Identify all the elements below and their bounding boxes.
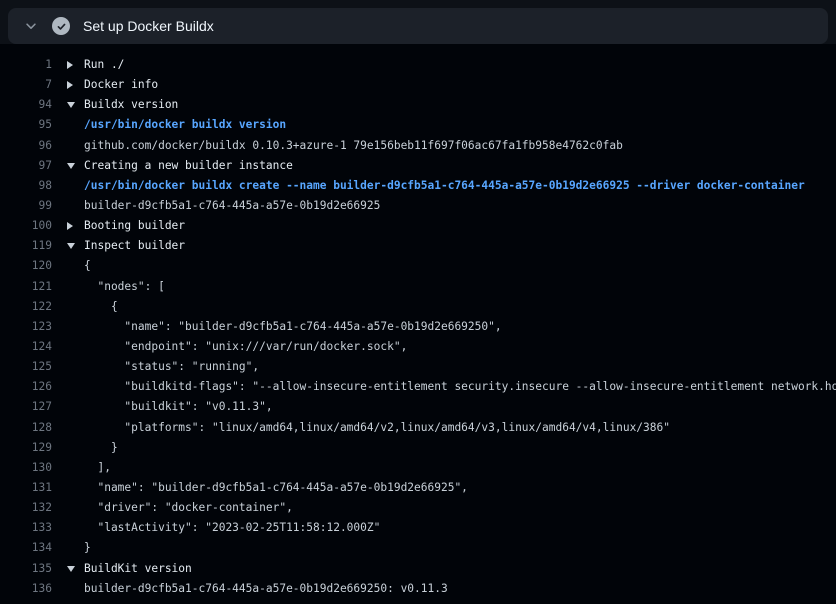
line-number[interactable]: 98 <box>0 176 52 196</box>
log-line: 136 builder-d9cfb5a1-c764-445a-a57e-0b19d… <box>0 579 836 599</box>
log-line: 127 "buildkit": "v0.11.3", <box>0 397 836 417</box>
step-title: Set up Docker Buildx <box>83 18 214 34</box>
group-title: Inspect builder <box>84 236 185 256</box>
output-text: "endpoint": "unix:///var/run/docker.sock… <box>84 337 407 357</box>
step-header[interactable]: Set up Docker Buildx <box>8 8 828 44</box>
log-line: 95/usr/bin/docker buildx version <box>0 115 836 135</box>
output-text: "status": "running", <box>84 357 259 377</box>
log-group-row[interactable]: 100 Booting builder <box>0 216 836 236</box>
log-line: 96 github.com/docker/buildx 0.10.3+azure-… <box>0 136 836 156</box>
line-number[interactable]: 134 <box>0 538 52 558</box>
line-number[interactable]: 121 <box>0 277 52 297</box>
log-line: 125 "status": "running", <box>0 357 836 377</box>
log-line: 99 builder-d9cfb5a1-c764-445a-a57e-0b19d2… <box>0 196 836 216</box>
line-number[interactable]: 95 <box>0 115 52 135</box>
line-number[interactable]: 130 <box>0 458 52 478</box>
log-line: 121 "nodes": [ <box>0 277 836 297</box>
triangle-right-icon[interactable] <box>52 61 84 69</box>
log-group-row[interactable]: 135 BuildKit version <box>0 559 836 579</box>
output-text: "name": "builder-d9cfb5a1-c764-445a-a57e… <box>84 478 468 498</box>
line-number[interactable]: 133 <box>0 518 52 538</box>
output-text: "lastActivity": "2023-02-25T11:58:12.000… <box>84 518 380 538</box>
log-line: 128 "platforms": "linux/amd64,linux/amd6… <box>0 418 836 438</box>
output-text: builder-d9cfb5a1-c764-445a-a57e-0b19d2e6… <box>84 196 380 216</box>
line-number[interactable]: 129 <box>0 438 52 458</box>
line-number[interactable]: 99 <box>0 196 52 216</box>
log-group-row[interactable]: 1 Run ./ <box>0 55 836 75</box>
log-line: 129 } <box>0 438 836 458</box>
command-text: /usr/bin/docker buildx version <box>84 115 286 135</box>
step-header-section: Set up Docker Buildx <box>0 0 836 44</box>
output-text: github.com/docker/buildx 0.10.3+azure-1 … <box>84 136 623 156</box>
output-text: "platforms": "linux/amd64,linux/amd64/v2… <box>84 418 670 438</box>
chevron-down-icon[interactable] <box>20 15 42 37</box>
log-line: 124 "endpoint": "unix:///var/run/docker.… <box>0 337 836 357</box>
line-number[interactable]: 96 <box>0 136 52 156</box>
line-number[interactable]: 132 <box>0 498 52 518</box>
output-text: { <box>84 297 118 317</box>
log-line: 130 ], <box>0 458 836 478</box>
output-text: } <box>84 538 91 558</box>
triangle-down-icon[interactable] <box>52 163 84 169</box>
line-number[interactable]: 126 <box>0 377 52 397</box>
log-line: 98/usr/bin/docker buildx create --name b… <box>0 176 836 196</box>
log-line: 120 { <box>0 256 836 276</box>
line-number[interactable]: 124 <box>0 337 52 357</box>
line-number[interactable]: 119 <box>0 236 52 256</box>
line-number[interactable]: 94 <box>0 95 52 115</box>
line-number[interactable]: 128 <box>0 418 52 438</box>
command-text: /usr/bin/docker buildx create --name bui… <box>84 176 805 196</box>
line-number[interactable]: 135 <box>0 559 52 579</box>
output-text: { <box>84 256 91 276</box>
output-text: builder-d9cfb5a1-c764-445a-a57e-0b19d2e6… <box>84 579 448 599</box>
log-area: 1Run ./7Docker info94Buildx version95/us… <box>0 44 836 599</box>
output-text: "buildkitd-flags": "--allow-insecure-ent… <box>84 377 836 397</box>
output-text: "nodes": [ <box>84 277 165 297</box>
group-title: Buildx version <box>84 95 178 115</box>
line-number[interactable]: 123 <box>0 317 52 337</box>
output-text: "driver": "docker-container", <box>84 498 293 518</box>
line-number[interactable]: 127 <box>0 397 52 417</box>
line-number[interactable]: 122 <box>0 297 52 317</box>
line-number[interactable]: 1 <box>0 55 52 75</box>
log-group-row[interactable]: 7 Docker info <box>0 75 836 95</box>
group-title: Booting builder <box>84 216 185 236</box>
output-text: ], <box>84 458 111 478</box>
line-number[interactable]: 120 <box>0 256 52 276</box>
log-group-row[interactable]: 97 Creating a new builder instance <box>0 156 836 176</box>
group-title: BuildKit version <box>84 559 192 579</box>
log-line: 134} <box>0 538 836 558</box>
group-title: Docker info <box>84 75 158 95</box>
log-line: 122 { <box>0 297 836 317</box>
line-number[interactable]: 131 <box>0 478 52 498</box>
log-group-row[interactable]: 94 Buildx version <box>0 95 836 115</box>
triangle-right-icon[interactable] <box>52 222 84 230</box>
triangle-right-icon[interactable] <box>52 81 84 89</box>
triangle-down-icon[interactable] <box>52 566 84 572</box>
log-line: 131 "name": "builder-d9cfb5a1-c764-445a-… <box>0 478 836 498</box>
log-line: 126 "buildkitd-flags": "--allow-insecure… <box>0 377 836 397</box>
log-line: 132 "driver": "docker-container", <box>0 498 836 518</box>
check-circle-icon <box>52 17 70 35</box>
line-number[interactable]: 7 <box>0 75 52 95</box>
line-number[interactable]: 136 <box>0 579 52 599</box>
log-line: 123 "name": "builder-d9cfb5a1-c764-445a-… <box>0 317 836 337</box>
line-number[interactable]: 97 <box>0 156 52 176</box>
output-text: "buildkit": "v0.11.3", <box>84 397 273 417</box>
output-text: "name": "builder-d9cfb5a1-c764-445a-a57e… <box>84 317 502 337</box>
group-title: Creating a new builder instance <box>84 156 293 176</box>
group-title: Run ./ <box>84 55 124 75</box>
line-number[interactable]: 125 <box>0 357 52 377</box>
triangle-down-icon[interactable] <box>52 102 84 108</box>
triangle-down-icon[interactable] <box>52 243 84 249</box>
log-group-row[interactable]: 119 Inspect builder <box>0 236 836 256</box>
log-line: 133 "lastActivity": "2023-02-25T11:58:12… <box>0 518 836 538</box>
line-number[interactable]: 100 <box>0 216 52 236</box>
output-text: } <box>84 438 118 458</box>
